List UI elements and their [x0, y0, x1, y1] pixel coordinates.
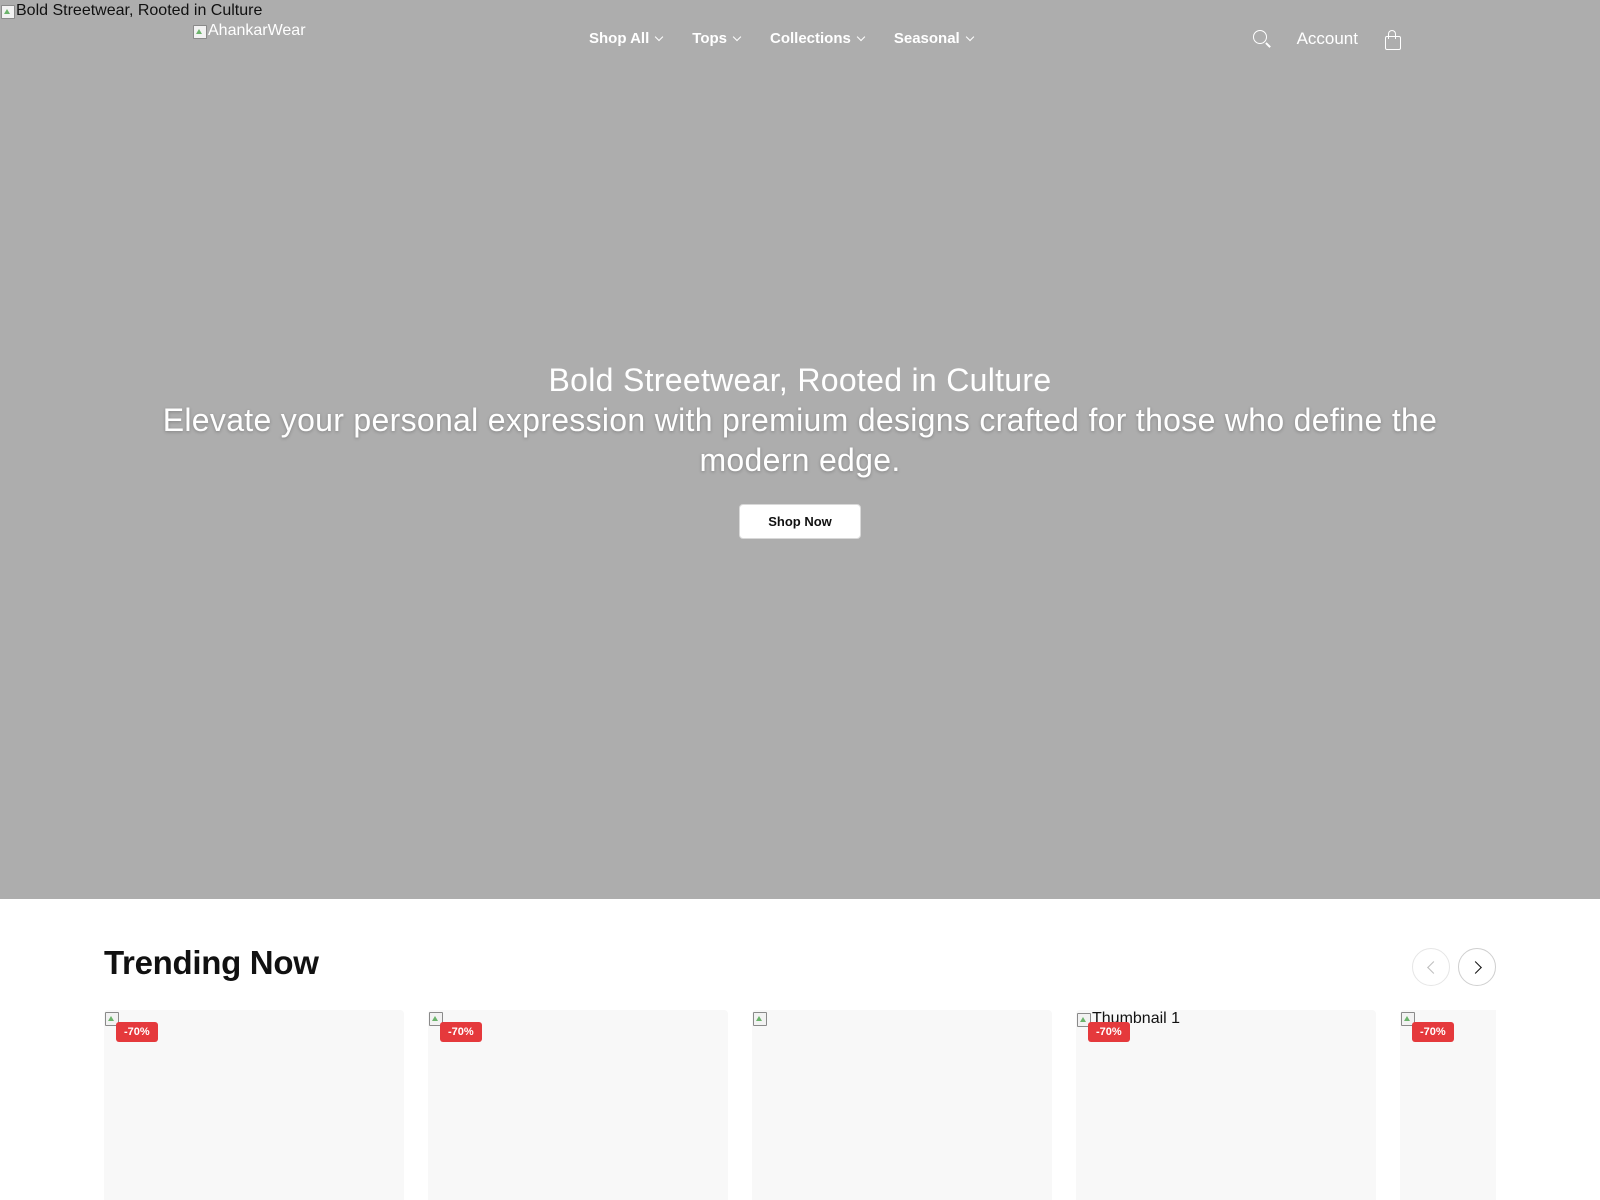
bag-icon[interactable] — [1382, 28, 1402, 50]
nav-shop-all[interactable]: Shop All — [589, 30, 664, 47]
hero-subtitle: Elevate your personal expression with pr… — [162, 402, 1438, 478]
search-icon[interactable] — [1251, 28, 1273, 50]
product-card[interactable] — [752, 1010, 1052, 1200]
trending-title: Trending Now — [104, 944, 319, 981]
sale-badge: -70% — [1088, 1022, 1130, 1042]
sale-badge: -70% — [116, 1022, 158, 1042]
nav-label: Shop All — [589, 30, 650, 47]
site-logo[interactable]: AhankarWear — [192, 22, 306, 40]
broken-image-icon — [752, 1010, 768, 1026]
chevron-right-icon — [1469, 961, 1482, 974]
chevron-down-icon — [965, 32, 974, 41]
logo-alt-text: AhankarWear — [208, 22, 306, 39]
chevron-left-icon — [1427, 961, 1440, 974]
account-link[interactable]: Account — [1297, 29, 1358, 49]
carousel-prev-button[interactable] — [1412, 948, 1450, 986]
hero-title: Bold Streetwear, Rooted in Culture — [548, 362, 1052, 398]
header-actions: Account — [1251, 28, 1402, 50]
chevron-down-icon — [655, 32, 664, 41]
shop-now-button[interactable]: Shop Now — [739, 504, 861, 539]
main-nav: Shop All Tops Collections Seasonal — [589, 30, 1003, 47]
product-card[interactable]: Thumbnail 1 -70% — [1076, 1010, 1376, 1200]
broken-image-icon — [192, 23, 208, 39]
sale-badge: -70% — [1412, 1022, 1454, 1042]
chevron-down-icon — [732, 32, 742, 41]
hero-content: Bold Streetwear, Rooted in Culture Eleva… — [0, 360, 1600, 539]
nav-tops[interactable]: Tops — [692, 30, 742, 47]
hero-banner: Bold Streetwear, Rooted in Culture Ahank… — [0, 0, 1600, 899]
site-header: AhankarWear Shop All Tops Collections Se… — [0, 0, 1600, 80]
nav-label: Collections — [770, 30, 851, 47]
product-carousel: -70% -70% Thumbnail 1 -70% -70% — [104, 1010, 1496, 1200]
product-card[interactable]: -70% — [1400, 1010, 1496, 1200]
product-image — [752, 1010, 768, 1026]
nav-collections[interactable]: Collections — [770, 30, 866, 47]
product-card[interactable]: -70% — [428, 1010, 728, 1200]
product-card[interactable]: -70% — [104, 1010, 404, 1200]
nav-seasonal[interactable]: Seasonal — [893, 30, 974, 47]
sale-badge: -70% — [440, 1022, 482, 1042]
chevron-down-icon — [856, 32, 866, 41]
nav-label: Tops — [692, 30, 727, 47]
carousel-next-button[interactable] — [1458, 948, 1496, 986]
nav-label: Seasonal — [893, 30, 960, 47]
